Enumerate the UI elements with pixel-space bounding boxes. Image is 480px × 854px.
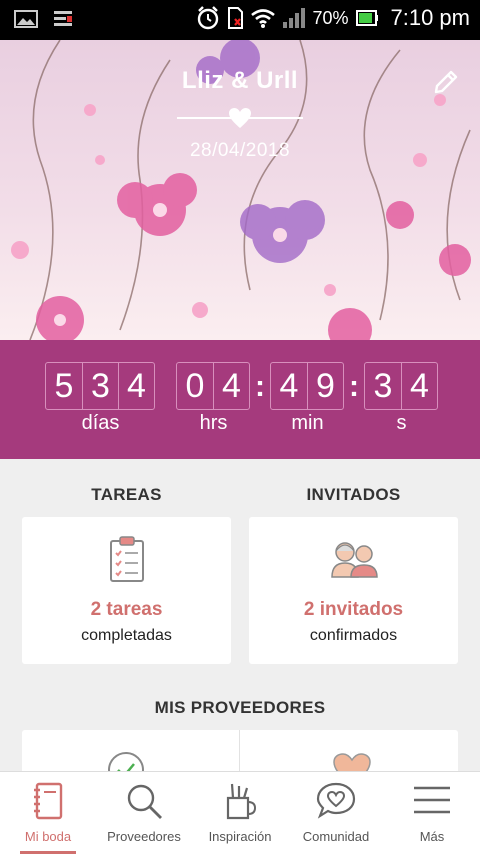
countdown-digit: 0: [185, 366, 205, 405]
nav-item-proveedores[interactable]: Proveedores: [96, 772, 192, 854]
countdown-digit: 4: [279, 366, 299, 405]
tasks-card[interactable]: 2 tareas completadas: [22, 517, 231, 664]
signal-icon: [283, 8, 306, 28]
nav-label: Más: [419, 829, 445, 844]
countdown-digit: 3: [373, 366, 393, 405]
countdown-digit: 5: [54, 366, 74, 405]
countdown-digit: 3: [82, 363, 118, 409]
countdown-digit: 4: [118, 363, 154, 409]
clipboard-checklist-icon: [110, 536, 144, 582]
wedding-countdown: 5 3 4 días 0 4 hrs : 4 9 min : 3 4 s: [0, 340, 480, 459]
countdown-label-hours: hrs: [199, 412, 228, 434]
search-icon: [127, 784, 162, 819]
couple-names: Lliz & Urll: [181, 67, 299, 94]
wifi-icon: [251, 9, 276, 28]
gallery-icon: [14, 10, 38, 28]
alarm-clock-icon: [198, 6, 219, 30]
nav-item-comunidad[interactable]: Comunidad: [288, 772, 384, 854]
nav-label: Proveedores: [107, 829, 181, 844]
nav-label: Inspiración: [208, 829, 272, 844]
nav-label: Comunidad: [302, 829, 370, 844]
guests-title: INVITADOS: [306, 485, 401, 504]
countdown-digit: 9: [307, 363, 343, 409]
pencil-cup-icon: [226, 783, 257, 820]
nav-item-inspiracion[interactable]: Inspiración: [192, 772, 288, 854]
tasks-count: 2 tareas: [90, 599, 163, 620]
countdown-label-days: días: [81, 412, 120, 434]
countdown-separator: :: [255, 370, 265, 403]
nav-item-mas[interactable]: Más: [384, 772, 480, 854]
vendors-title: MIS PROVEEDORES: [154, 698, 326, 717]
countdown-hours: 0 4: [176, 362, 250, 410]
nav-item-mi-boda[interactable]: Mi boda: [0, 772, 96, 854]
battery-level: 70%: [312, 7, 349, 28]
wedding-date: 28/04/2018: [189, 140, 291, 161]
notebook-icon: [34, 782, 63, 820]
divider-left: [177, 117, 231, 119]
guests-card[interactable]: 2 invitados confirmados: [249, 517, 458, 664]
tasks-subtitle: completadas: [81, 627, 172, 644]
countdown-label-seconds: s: [396, 412, 407, 434]
guests-count: 2 invitados: [303, 599, 404, 620]
edit-icon[interactable]: [432, 68, 460, 96]
clock: 7:10 pm: [390, 5, 471, 30]
menu-icon: [414, 786, 450, 814]
countdown-digit: 4: [213, 363, 249, 409]
guests-couple-icon: [331, 542, 378, 578]
countdown-seconds: 3 4: [364, 362, 438, 410]
guests-subtitle: confirmados: [309, 627, 398, 644]
bottom-navigation: Mi boda Proveedores Inspiración Comunida…: [0, 771, 480, 854]
countdown-days: 5 3 4: [45, 362, 155, 410]
status-bar: 70% 7:10 pm: [0, 0, 480, 40]
battery-icon: [355, 10, 378, 26]
countdown-label-minutes: min: [291, 412, 324, 434]
countdown-digit: 4: [401, 363, 437, 409]
countdown-separator: :: [349, 370, 359, 403]
notification-icon: [54, 11, 72, 26]
tasks-title: TAREAS: [91, 485, 162, 504]
countdown-minutes: 4 9: [270, 362, 344, 410]
nav-label: Mi boda: [24, 829, 72, 844]
divider-right: [249, 117, 303, 119]
chat-heart-icon: [316, 782, 356, 819]
hero-banner: Lliz & Urll 28/04/2018: [0, 40, 480, 340]
sim-card-icon: [228, 7, 244, 29]
